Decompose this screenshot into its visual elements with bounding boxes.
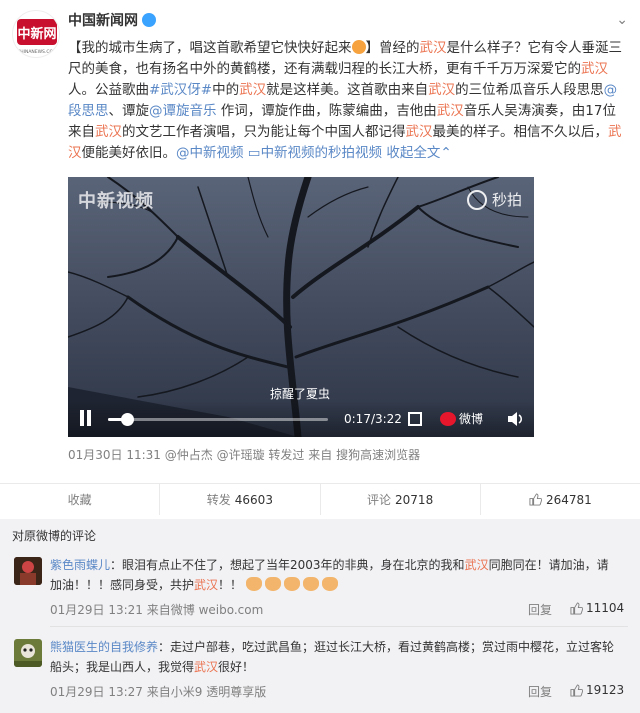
video-link-icon: ▭ bbox=[247, 145, 261, 161]
comment-like-button[interactable]: 11104 bbox=[570, 601, 624, 615]
post-text-part: 就是这样美。这首歌由来自 bbox=[266, 82, 429, 98]
post-text-part: 最美的样子。相信不久以后， bbox=[432, 124, 609, 140]
verified-icon bbox=[142, 13, 156, 27]
logo-subtext: CHINANEWS.COM bbox=[17, 49, 57, 55]
post-text-part: 中的 bbox=[212, 82, 240, 98]
comment-button[interactable]: 评论 20718 bbox=[321, 484, 481, 515]
keyword-link[interactable]: 武汉 bbox=[194, 578, 218, 592]
prayer-emoji-icon bbox=[321, 577, 338, 591]
keyword-link[interactable]: 武汉 bbox=[420, 40, 447, 56]
collapse-text-link[interactable]: 收起全文 bbox=[386, 145, 440, 161]
commenter-avatar[interactable] bbox=[14, 557, 42, 585]
comment-text-part: 很好！ bbox=[218, 660, 255, 674]
post-text-part: 、谭旋 bbox=[108, 103, 150, 119]
comments-section: 对原微博的评论 紫色雨蝶儿：眼泪有点止不住了，想起了当年2003年的非典，身在北… bbox=[0, 519, 640, 713]
watermark-right-text: 秒拍 bbox=[491, 191, 522, 209]
comment-text-part: ！！ bbox=[218, 578, 243, 592]
collect-label: 收藏 bbox=[67, 493, 92, 507]
post-meta: 01月30日 11:31 @仲占杰 @许瑶璇 转发过 来自 搜狗高速浏览器 bbox=[68, 446, 420, 463]
commenter-name[interactable]: 熊猫医生的自我修养 bbox=[50, 640, 158, 654]
keyword-link[interactable]: 武汉 bbox=[465, 558, 489, 572]
pause-icon[interactable] bbox=[78, 410, 92, 426]
fullscreen-icon[interactable] bbox=[408, 412, 422, 426]
reply-button[interactable]: 回复 bbox=[528, 601, 552, 618]
keyword-link[interactable]: 武汉 bbox=[194, 660, 218, 674]
volume-icon[interactable] bbox=[508, 412, 524, 426]
forwarded-by[interactable]: @许瑶璇 转发过 bbox=[217, 448, 305, 462]
prayer-emoji-icon bbox=[245, 577, 262, 591]
author-name[interactable]: 中国新闻网 bbox=[68, 10, 156, 30]
video-progress-bar[interactable] bbox=[108, 418, 328, 421]
post-text-part: 便能美好依旧。 bbox=[81, 145, 177, 161]
post-by-mention[interactable]: @仲占杰 bbox=[165, 448, 213, 462]
comment-text-part: ：眼泪有点止不住了，想起了当年2003年的非典，身在北京的我和 bbox=[110, 558, 465, 572]
weibo-logo: 微博 bbox=[440, 410, 483, 427]
collect-button[interactable]: 收藏 bbox=[0, 484, 161, 515]
comment-like-count: 11104 bbox=[586, 601, 625, 615]
miaopai-icon bbox=[466, 189, 487, 210]
keyword-link[interactable]: 武汉 bbox=[437, 103, 464, 119]
logo-text: 中新网 bbox=[17, 26, 56, 42]
post-text-part: 的文艺工作者演唱，只为能让每个中国人都记得 bbox=[122, 124, 406, 140]
video-link[interactable]: 中新视频的秒拍视频 bbox=[261, 145, 383, 161]
comment-label: 评论 bbox=[367, 493, 392, 507]
video-time: 0:17/3:22 bbox=[344, 412, 402, 426]
commenter-name[interactable]: 紫色雨蝶儿 bbox=[50, 558, 110, 572]
comment-meta: 01月29日 13:27 来自小米9 透明尊享版 bbox=[50, 685, 267, 699]
post-actions: 收藏 转发 46603 评论 20718 264781 bbox=[0, 483, 640, 515]
post-text-part: 【我的城市生病了，唱这首歌希望它快快好起来 bbox=[68, 40, 352, 56]
repost-count: 46603 bbox=[234, 492, 273, 507]
video-progress-knob[interactable] bbox=[121, 413, 135, 426]
post-source: 来自 搜狗高速浏览器 bbox=[308, 448, 421, 462]
comment-count: 20718 bbox=[395, 492, 434, 507]
thumbs-up-icon bbox=[529, 493, 542, 506]
comments-title: 对原微博的评论 bbox=[12, 529, 97, 543]
commenter-avatar[interactable] bbox=[14, 639, 42, 667]
hashtag-link[interactable]: #武汉伢# bbox=[149, 82, 212, 98]
keyword-link[interactable]: 武汉 bbox=[581, 61, 608, 77]
keyword-link[interactable]: 武汉 bbox=[428, 82, 455, 98]
weibo-eye-icon bbox=[440, 411, 456, 426]
reply-button[interactable]: 回复 bbox=[528, 683, 552, 700]
thumbs-up-icon bbox=[570, 601, 583, 615]
mention-link[interactable]: @谭旋音乐 bbox=[149, 103, 217, 119]
video-controls: 0:17/3:22 微博 bbox=[68, 401, 534, 437]
comment-meta: 01月29日 13:21 来自微博 weibo.com bbox=[50, 603, 264, 617]
video-watermark-left: 中新视频 bbox=[78, 191, 154, 212]
comment-text: 紫色雨蝶儿：眼泪有点止不住了，想起了当年2003年的非典，身在北京的我和武汉同胞… bbox=[50, 555, 620, 595]
video-watermark-right: 秒拍 bbox=[466, 189, 522, 210]
video-subtitle: 掠醒了夏虫 bbox=[270, 387, 331, 401]
comment-like-button[interactable]: 19123 bbox=[570, 683, 624, 697]
chevron-up-icon[interactable]: ⌃ bbox=[440, 145, 451, 161]
comment-like-count: 19123 bbox=[586, 683, 625, 697]
post-date[interactable]: 01月30日 11:31 bbox=[68, 448, 161, 462]
mention-link[interactable]: @中新视频 bbox=[176, 145, 244, 161]
keyword-link[interactable]: 武汉 bbox=[95, 124, 122, 140]
comment-divider bbox=[50, 626, 628, 627]
emoji-icon bbox=[351, 40, 366, 54]
prayer-emoji-icon bbox=[302, 577, 319, 591]
like-count: 264781 bbox=[545, 492, 592, 507]
repost-button[interactable]: 转发 46603 bbox=[160, 484, 321, 515]
author-name-text[interactable]: 中国新闻网 bbox=[68, 10, 138, 30]
post-text-part: 】曾经的 bbox=[365, 40, 420, 56]
video-player[interactable]: 中新视频 秒拍 掠醒了夏虫 0:17/3:22 微博 bbox=[68, 177, 534, 437]
weibo-logo-text: 微博 bbox=[459, 412, 484, 426]
keyword-link[interactable]: 武汉 bbox=[406, 124, 433, 140]
comment-text: 熊猫医生的自我修养：走过户部巷，吃过武昌鱼；逛过长江大桥，看过黄鹤高楼；赏过雨中… bbox=[50, 637, 620, 677]
chevron-down-icon[interactable]: ⌄ bbox=[616, 12, 628, 28]
weibo-post: 中新网 CHINANEWS.COM 中国新闻网 ⌄ 【我的城市生病了，唱这首歌希… bbox=[0, 0, 640, 519]
post-text-part: 的三位希瓜音乐人段思思 bbox=[455, 82, 604, 98]
prayer-emoji-icon bbox=[283, 577, 300, 591]
post-text-part: 作词，谭旋作曲，陈蒙编曲，吉他由 bbox=[216, 103, 437, 119]
repost-label: 转发 bbox=[206, 493, 231, 507]
keyword-link[interactable]: 武汉 bbox=[239, 82, 266, 98]
like-button[interactable]: 264781 bbox=[481, 484, 640, 515]
post-body: 【我的城市生病了，唱这首歌希望它快快好起来 】曾经的武汉是什么样子？它有令人垂涎三… bbox=[68, 38, 628, 164]
thumbs-up-icon bbox=[570, 683, 583, 697]
author-avatar[interactable]: 中新网 CHINANEWS.COM bbox=[12, 10, 60, 58]
prayer-emoji-icon bbox=[264, 577, 281, 591]
post-text-part: 人。公益歌曲 bbox=[68, 82, 149, 98]
